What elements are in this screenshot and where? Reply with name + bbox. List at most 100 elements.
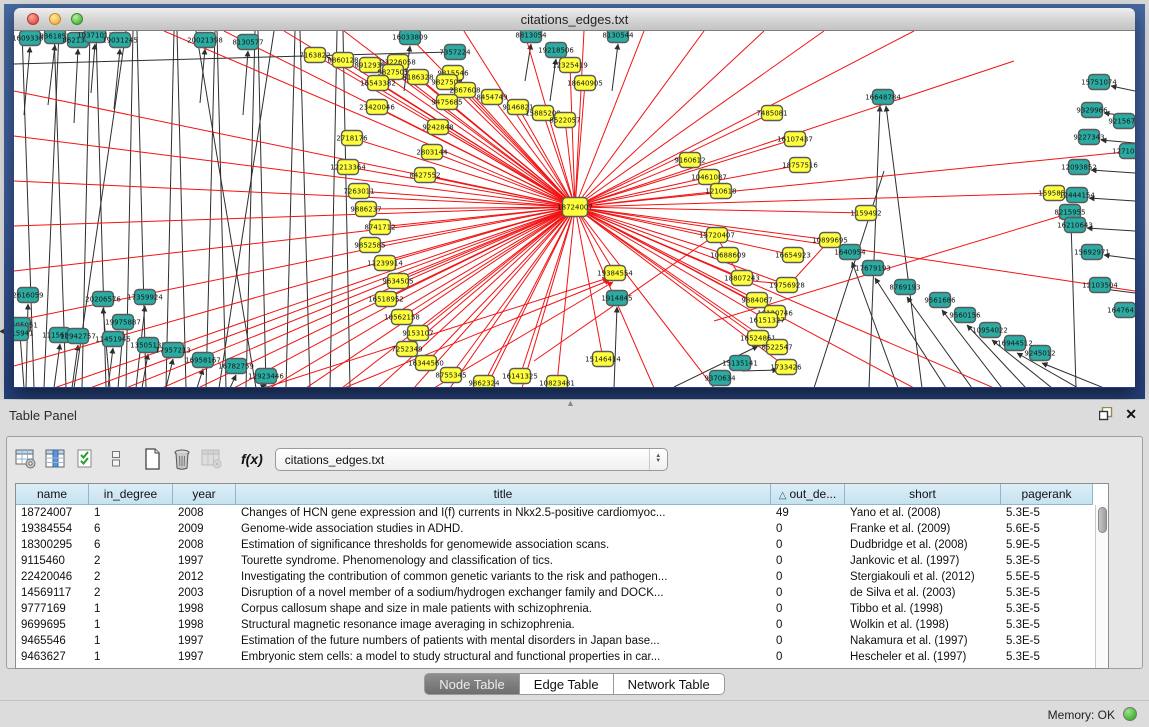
- table-cell[interactable]: 5.3E-5: [1001, 633, 1093, 649]
- close-panel-icon[interactable]: ✕: [1125, 406, 1137, 423]
- table-row[interactable]: 946362711997Embryonic stem cells: a mode…: [16, 649, 1108, 665]
- table-cell[interactable]: 0: [771, 633, 845, 649]
- table-scrollbar[interactable]: [1095, 505, 1108, 668]
- table-cell[interactable]: 1998: [173, 617, 236, 633]
- table-cell[interactable]: Jankovic et al. (1997): [845, 553, 1001, 569]
- table-cell[interactable]: 9463627: [16, 649, 89, 665]
- table-cell[interactable]: Investigating the contribution of common…: [236, 569, 771, 585]
- table-row[interactable]: 977716911998Corpus callosum shape and si…: [16, 601, 1108, 617]
- show-column-icon[interactable]: [43, 446, 69, 472]
- memory-status-icon[interactable]: [1123, 707, 1137, 721]
- table-row[interactable]: 1830029562008Estimation of significance …: [16, 537, 1108, 553]
- table-cell[interactable]: Genome-wide association studies in ADHD.: [236, 521, 771, 537]
- table-cell[interactable]: 0: [771, 601, 845, 617]
- table-cell[interactable]: Structural magnetic resonance image aver…: [236, 617, 771, 633]
- table-cell[interactable]: 18724007: [16, 505, 89, 521]
- table-cell[interactable]: Tourette syndrome. Phenomenology and cla…: [236, 553, 771, 569]
- rows-icon[interactable]: [103, 446, 129, 472]
- table-cell[interactable]: 6: [89, 537, 173, 553]
- tab-edge-table[interactable]: Edge Table: [520, 673, 614, 695]
- table-cell[interactable]: 5.3E-5: [1001, 553, 1093, 569]
- column-header-title[interactable]: title: [236, 484, 771, 505]
- table-cell[interactable]: 5.3E-5: [1001, 505, 1093, 521]
- table-cell[interactable]: 14569117: [16, 585, 89, 601]
- table-cell[interactable]: 0: [771, 553, 845, 569]
- window-titlebar[interactable]: citations_edges.txt: [14, 8, 1135, 31]
- table-cell[interactable]: 5.6E-5: [1001, 521, 1093, 537]
- table-row[interactable]: 946554611997Estimation of the future num…: [16, 633, 1108, 649]
- table-cell[interactable]: Disruption of a novel member of a sodium…: [236, 585, 771, 601]
- select-rows-icon[interactable]: [73, 446, 99, 472]
- table-cell[interactable]: 1997: [173, 649, 236, 665]
- table-cell[interactable]: 19384554: [16, 521, 89, 537]
- table-cell[interactable]: 1: [89, 649, 173, 665]
- table-cell[interactable]: Nakamura et al. (1997): [845, 633, 1001, 649]
- delete-rows-icon[interactable]: [169, 446, 195, 472]
- table-cell[interactable]: 0: [771, 585, 845, 601]
- table-cell[interactable]: Tibbo et al. (1998): [845, 601, 1001, 617]
- column-header-name[interactable]: name: [16, 484, 89, 505]
- panel-collapse-arrow-icon[interactable]: ◂: [0, 326, 4, 337]
- table-cell[interactable]: Stergiakouli et al. (2012): [845, 569, 1001, 585]
- table-row[interactable]: 1938455462009Genome-wide association stu…: [16, 521, 1108, 537]
- column-header-year[interactable]: year: [173, 484, 236, 505]
- table-cell[interactable]: 6: [89, 521, 173, 537]
- table-cell[interactable]: 5.5E-5: [1001, 569, 1093, 585]
- table-cell[interactable]: 9115460: [16, 553, 89, 569]
- table-cell[interactable]: 5.3E-5: [1001, 585, 1093, 601]
- function-builder-icon[interactable]: f(x): [241, 451, 263, 467]
- table-row[interactable]: 2242004622012Investigating the contribut…: [16, 569, 1108, 585]
- table-cell[interactable]: 1: [89, 633, 173, 649]
- table-row[interactable]: 1872400712008Changes of HCN gene express…: [16, 505, 1108, 521]
- table-cell[interactable]: 9699695: [16, 617, 89, 633]
- table-cell[interactable]: Corpus callosum shape and size in male p…: [236, 601, 771, 617]
- table-cell[interactable]: 0: [771, 569, 845, 585]
- table-cell[interactable]: 18300295: [16, 537, 89, 553]
- table-cell[interactable]: 1997: [173, 553, 236, 569]
- table-cell[interactable]: 5.3E-5: [1001, 601, 1093, 617]
- table-cell[interactable]: Embryonic stem cells: a model to study s…: [236, 649, 771, 665]
- table-cell[interactable]: 9465546: [16, 633, 89, 649]
- table-cell[interactable]: 0: [771, 649, 845, 665]
- table-cell[interactable]: de Silva et al. (2003): [845, 585, 1001, 601]
- table-row[interactable]: 969969511998Structural magnetic resonanc…: [16, 617, 1108, 633]
- table-cell[interactable]: Wolkin et al. (1998): [845, 617, 1001, 633]
- table-cell[interactable]: Changes of HCN gene expression and I(f) …: [236, 505, 771, 521]
- table-cell[interactable]: 1997: [173, 633, 236, 649]
- table-cell[interactable]: Dudbridge et al. (2008): [845, 537, 1001, 553]
- table-cell[interactable]: 2012: [173, 569, 236, 585]
- scrollbar-thumb[interactable]: [1098, 507, 1107, 533]
- table-cell[interactable]: 1: [89, 601, 173, 617]
- table-cell[interactable]: 5.9E-5: [1001, 537, 1093, 553]
- table-cell[interactable]: Yano et al. (2008): [845, 505, 1001, 521]
- table-cell[interactable]: 1: [89, 617, 173, 633]
- table-cell[interactable]: Estimation of significance thresholds fo…: [236, 537, 771, 553]
- table-row[interactable]: 911546021997Tourette syndrome. Phenomeno…: [16, 553, 1108, 569]
- column-header-short[interactable]: short: [845, 484, 1001, 505]
- table-cell[interactable]: Hescheler et al. (1997): [845, 649, 1001, 665]
- table-row[interactable]: 1456911722003Disruption of a novel membe…: [16, 585, 1108, 601]
- tab-network-table[interactable]: Network Table: [614, 673, 725, 695]
- table-cell[interactable]: Franke et al. (2009): [845, 521, 1001, 537]
- float-panel-icon[interactable]: [1099, 407, 1113, 421]
- table-cell[interactable]: 2008: [173, 537, 236, 553]
- table-cell[interactable]: 1998: [173, 601, 236, 617]
- table-cell[interactable]: Estimation of the future numbers of pati…: [236, 633, 771, 649]
- table-cell[interactable]: 0: [771, 521, 845, 537]
- table-cell[interactable]: 9777169: [16, 601, 89, 617]
- new-table-icon[interactable]: [139, 446, 165, 472]
- table-cell[interactable]: 2003: [173, 585, 236, 601]
- table-cell[interactable]: 0: [771, 537, 845, 553]
- network-canvas[interactable]: 7163822886012889129342322605898275051654…: [14, 31, 1135, 387]
- table-cell[interactable]: 2: [89, 585, 173, 601]
- table-cell[interactable]: 2009: [173, 521, 236, 537]
- table-cell[interactable]: 5.3E-5: [1001, 617, 1093, 633]
- table-cell[interactable]: 2008: [173, 505, 236, 521]
- table-cell[interactable]: 1: [89, 505, 173, 521]
- table-select-combo[interactable]: citations_edges.txt ▲▼: [275, 448, 668, 471]
- column-header-in-degree[interactable]: in_degree: [89, 484, 173, 505]
- tab-node-table[interactable]: Node Table: [424, 673, 520, 695]
- table-cell[interactable]: 5.3E-5: [1001, 649, 1093, 665]
- table-cell[interactable]: 0: [771, 617, 845, 633]
- table-cell[interactable]: 49: [771, 505, 845, 521]
